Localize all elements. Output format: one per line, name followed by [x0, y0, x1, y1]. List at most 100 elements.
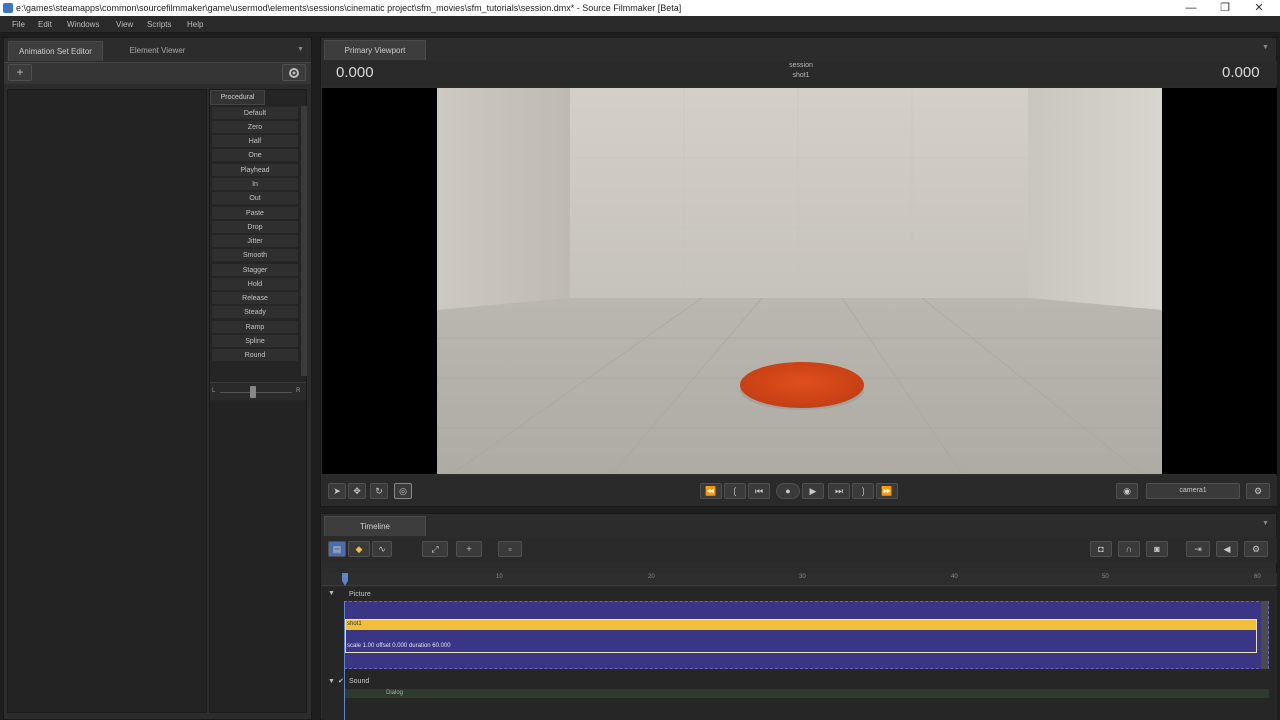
procedural-item-out[interactable]: Out: [212, 192, 298, 205]
next-keyframe-icon[interactable]: ❳: [852, 483, 874, 499]
sound-track-label: Sound: [349, 678, 370, 685]
picture-expand-icon[interactable]: ▼: [328, 590, 335, 597]
timeline-panel: Timeline ▼ ▤ ◆ ∿ ⤢ + ▫ ◘ ∩ ◙ ⇥ ◀ ⚙ 10 20…: [320, 513, 1277, 720]
tab-timeline[interactable]: Timeline: [324, 516, 426, 536]
current-time-left: 0.000: [336, 64, 374, 81]
menu-scripts[interactable]: Scripts: [147, 16, 171, 33]
menu-help[interactable]: Help: [187, 16, 203, 33]
animation-set-list[interactable]: [7, 89, 207, 713]
tick-label: 50: [1102, 574, 1109, 580]
snap-frame-icon[interactable]: ◙: [1146, 541, 1168, 557]
record-icon[interactable]: ●: [776, 483, 800, 499]
procedural-item-zero[interactable]: Zero: [212, 121, 298, 134]
asset-toolbar: [4, 62, 311, 84]
tick-label: 20: [648, 574, 655, 580]
camera-icon[interactable]: ◉: [1116, 483, 1138, 499]
close-button[interactable]: ✕: [1244, 0, 1274, 16]
tab-element-viewer[interactable]: Element Viewer: [110, 41, 205, 61]
tick-label: 60: [1254, 574, 1261, 580]
tick-label: 30: [799, 574, 806, 580]
procedural-item-release[interactable]: Release: [212, 292, 298, 305]
viewport-render[interactable]: [322, 88, 1277, 475]
sound-enabled-check-icon[interactable]: ✔: [338, 677, 344, 685]
sound-clip-label: Dialog: [386, 690, 404, 696]
procedural-item-spline[interactable]: Spline: [212, 335, 298, 348]
step-forward-icon[interactable]: ⏭: [828, 483, 850, 499]
select-tool-icon[interactable]: ➤: [328, 483, 346, 499]
settings-gear-icon[interactable]: [282, 64, 306, 81]
primary-viewport-panel: Primary Viewport ▼ 0.000 session shot1 0…: [320, 37, 1277, 507]
scene-render-image: [437, 88, 1162, 475]
sound-track-area[interactable]: Dialog: [344, 689, 1269, 698]
slider-left-label: L: [212, 388, 216, 394]
procedural-tab[interactable]: Procedural: [210, 90, 265, 105]
balance-slider[interactable]: L R: [210, 382, 306, 400]
viewport-controls: ➤ ✥ ↻ ◎ ⏪ ❲ ⏮ ● ▶ ⏭ ❳ ⏩ ◉ camera1 ⚙: [322, 476, 1277, 506]
tracks-scrollbar[interactable]: [1261, 601, 1268, 669]
shot-clip[interactable]: shot1 scale 1.00 offset 0.000 duration 6…: [345, 619, 1257, 653]
timeline-toolbar: ▤ ◆ ∿ ⤢ + ▫ ◘ ∩ ◙ ⇥ ◀ ⚙: [322, 537, 1277, 563]
procedural-item-half[interactable]: Half: [212, 135, 298, 148]
add-animation-set-button[interactable]: +: [8, 64, 32, 81]
procedural-item-round[interactable]: Round: [212, 349, 298, 362]
procedural-item-jitter[interactable]: Jitter: [212, 235, 298, 248]
shot-clip-name: shot1: [347, 621, 362, 627]
maximize-button[interactable]: ❐: [1210, 0, 1240, 16]
slider-handle[interactable]: [250, 386, 256, 398]
sound-expand-icon[interactable]: ▼: [328, 678, 335, 685]
procedural-item-stagger[interactable]: Stagger: [212, 264, 298, 277]
procedural-item-smooth[interactable]: Smooth: [212, 249, 298, 262]
procedural-item-one[interactable]: One: [212, 149, 298, 162]
timeline-menu-chevron-icon[interactable]: ▼: [1262, 520, 1269, 527]
window-titlebar: e:\games\steamapps\common\sourcefilmmake…: [0, 0, 1280, 16]
timeline-ruler[interactable]: 10 20 30 40 50 60: [322, 573, 1277, 586]
viewport-settings-gear-icon[interactable]: ⚙: [1246, 483, 1270, 499]
play-icon[interactable]: ▶: [802, 483, 824, 499]
playhead-marker[interactable]: [342, 573, 348, 586]
timeline-settings-gear-icon[interactable]: ⚙: [1244, 541, 1268, 557]
snap-magnet-icon[interactable]: ∩: [1118, 541, 1140, 557]
zoom-fit-icon[interactable]: ⤢: [422, 541, 448, 557]
panel-menu-chevron-icon[interactable]: ▼: [297, 46, 304, 53]
audio-mute-icon[interactable]: ◀: [1216, 541, 1238, 557]
minimize-button[interactable]: —: [1176, 0, 1206, 16]
menu-edit[interactable]: Edit: [38, 16, 52, 33]
procedural-item-playhead[interactable]: Playhead: [212, 164, 298, 177]
camera-select-dropdown[interactable]: camera1: [1146, 483, 1240, 499]
animation-set-editor-panel: Animation Set Editor Element Viewer ▼ + …: [3, 37, 312, 720]
presets-scrollbar[interactable]: [301, 106, 307, 376]
shot-clip-header: shot1: [346, 620, 1256, 630]
fast-forward-to-end-icon[interactable]: ⏩: [876, 483, 898, 499]
timeline-tracks: ▼ Picture shot1 scale 1.00 offset 0.000 …: [322, 587, 1277, 720]
add-clip-icon[interactable]: +: [456, 541, 482, 557]
procedural-item-paste[interactable]: Paste: [212, 207, 298, 220]
slider-right-label: R: [296, 388, 301, 394]
procedural-item-ramp[interactable]: Ramp: [212, 321, 298, 334]
prev-keyframe-icon[interactable]: ❲: [724, 483, 746, 499]
menu-view[interactable]: View: [116, 16, 133, 33]
menu-file[interactable]: File: [12, 16, 25, 33]
motion-editor-mode-icon[interactable]: ◆: [348, 541, 370, 557]
procedural-item-in[interactable]: In: [212, 178, 298, 191]
procedural-item-hold[interactable]: Hold: [212, 278, 298, 291]
viewport-menu-chevron-icon[interactable]: ▼: [1262, 44, 1269, 51]
current-time-right: 0.000: [1222, 64, 1260, 81]
move-tool-icon[interactable]: ✥: [348, 483, 366, 499]
step-back-icon[interactable]: ⏮: [748, 483, 770, 499]
rotate-tool-icon[interactable]: ↻: [370, 483, 388, 499]
tab-animation-set-editor[interactable]: Animation Set Editor: [8, 41, 103, 61]
camera-orbit-icon[interactable]: ◎: [394, 483, 412, 499]
procedural-item-drop[interactable]: Drop: [212, 221, 298, 234]
go-to-end-icon[interactable]: ⇥: [1186, 541, 1210, 557]
lock-icon[interactable]: ◘: [1090, 541, 1112, 557]
clip-editor-mode-icon[interactable]: ▤: [328, 541, 346, 557]
tab-primary-viewport[interactable]: Primary Viewport: [324, 40, 426, 60]
playhead-line: [344, 601, 345, 720]
clip-tool-icon[interactable]: ▫: [498, 541, 522, 557]
procedural-item-steady[interactable]: Steady: [212, 306, 298, 319]
shot-label: shot1: [792, 72, 810, 79]
graph-editor-mode-icon[interactable]: ∿: [372, 541, 392, 557]
menu-windows[interactable]: Windows: [67, 16, 99, 33]
rewind-to-start-icon[interactable]: ⏪: [700, 483, 722, 499]
procedural-item-default[interactable]: Default: [212, 107, 298, 120]
